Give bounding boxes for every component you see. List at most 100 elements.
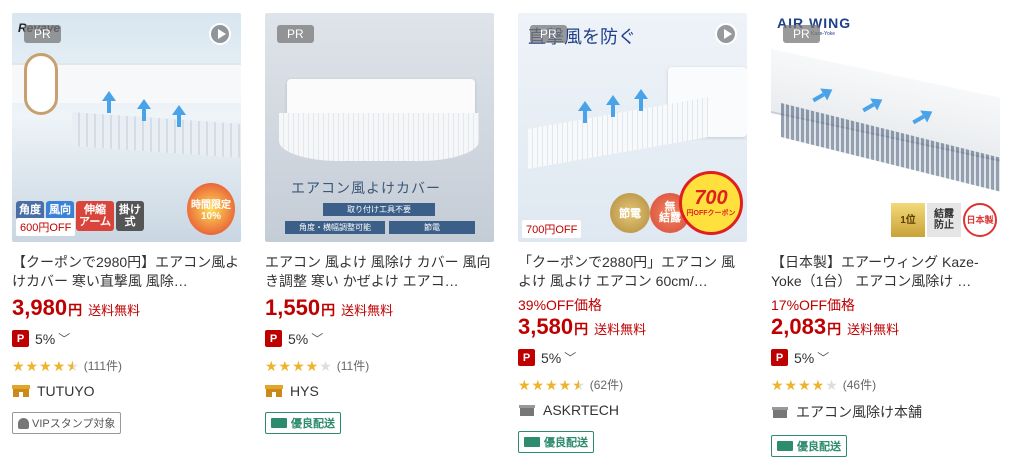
price-currency: 円 <box>321 302 336 318</box>
price-row: 3,980 円 送料無料 <box>12 295 241 321</box>
price-value: 3,980 <box>12 295 68 320</box>
badge-row: 優良配送 <box>771 435 1000 457</box>
review-count: (46件) <box>842 378 877 392</box>
coupon-amount: 700 <box>694 187 728 209</box>
shop-row[interactable]: ASKRTECH <box>518 402 747 418</box>
points-row[interactable]: P 5% ﹀ <box>12 330 241 347</box>
condensation-prevention-seal: 結露 防止 <box>927 203 961 237</box>
price-value: 2,083 <box>771 314 827 339</box>
points-row[interactable]: P 5% ﹀ <box>265 330 494 347</box>
star-rating: ★★★★★★★★★★ <box>265 357 333 374</box>
free-shipping-label: 送料無料 <box>341 303 394 318</box>
chevron-down-icon[interactable]: ﹀ <box>564 349 576 366</box>
pr-tag: PR <box>277 25 314 43</box>
coupon-badge: 700円OFF <box>522 220 582 238</box>
shop-name: HYS <box>290 383 319 399</box>
product-image[interactable]: エアコン風よけカバー 取り付け工具不要 角度・横幅調整可能 節電 PR <box>265 13 494 242</box>
rating-row[interactable]: ★★★★★★★★★★ (111件) <box>12 357 241 374</box>
badge-row: VIPスタンプ対象 <box>12 412 241 434</box>
product-title[interactable]: 「クーポンで2880円」エアコン 風よけ 風よけ エアコン 60cm/… <box>518 253 747 291</box>
shop-name: エアコン風除け本舗 <box>796 404 922 420</box>
good-delivery-badge: 優良配送 <box>265 412 341 434</box>
free-shipping-label: 送料無料 <box>847 322 900 337</box>
badge-label: 優良配送 <box>797 441 841 453</box>
badge-label: VIPスタンプ対象 <box>32 418 116 430</box>
aircon-unit-graphic <box>287 79 475 117</box>
image-feature-strip: 節電 <box>389 221 475 234</box>
points-rate: 5% <box>35 330 56 347</box>
person-icon <box>18 417 29 429</box>
shop-name: ASKRTECH <box>543 402 619 418</box>
point-icon: P <box>12 330 29 347</box>
free-shipping-label: 送料無料 <box>88 303 141 318</box>
truck-icon <box>271 418 287 428</box>
shop-row[interactable]: TUTUYO <box>12 383 241 399</box>
coupon-caption: 円OFFクーポン <box>686 210 736 217</box>
good-delivery-badge: 優良配送 <box>771 435 847 457</box>
price-currency: 円 <box>68 302 83 318</box>
rating-row[interactable]: ★★★★★★★★★★ (46件) <box>771 376 1000 393</box>
shop-name: TUTUYO <box>37 383 95 399</box>
good-delivery-badge: 優良配送 <box>518 431 594 453</box>
shop-row[interactable]: エアコン風除け本舗 <box>771 402 1000 422</box>
badge-row: 優良配送 <box>265 412 494 434</box>
airflow-arrow-icon <box>578 101 592 123</box>
airflow-arrow-icon <box>102 91 116 113</box>
product-card[interactable]: 直撃風を防ぐ PR 節電 無 結露 700 円OFFクーポン 700円OFF 「… <box>518 13 747 453</box>
product-card[interactable]: エアコン風よけカバー 取り付け工具不要 角度・横幅調整可能 節電 PR エアコン… <box>265 13 494 434</box>
airflow-arrow-icon <box>172 105 186 127</box>
points-row[interactable]: P 5% ﹀ <box>518 349 747 366</box>
shop-row[interactable]: HYS <box>265 383 494 399</box>
review-count: (11件) <box>336 359 370 373</box>
airflow-arrow-icon <box>634 89 648 111</box>
shop-icon <box>12 385 30 397</box>
chevron-down-icon[interactable]: ﹀ <box>817 349 829 366</box>
coupon-badge: 600円OFF <box>16 218 76 236</box>
vip-stamp-badge: VIPスタンプ対象 <box>12 412 122 434</box>
play-video-icon[interactable] <box>715 23 737 45</box>
product-logo-ring <box>24 53 58 115</box>
price-row: 1,550 円 送料無料 <box>265 295 494 321</box>
pr-tag: PR <box>783 25 820 43</box>
star-rating: ★★★★★★★★★★ <box>12 357 80 374</box>
point-icon: P <box>518 349 535 366</box>
coupon-700-seal: 700 円OFFクーポン <box>679 171 743 235</box>
airflow-arrow-icon <box>137 99 151 121</box>
badge-label: 優良配送 <box>291 418 335 430</box>
wind-deflector-graphic <box>279 113 479 161</box>
product-image[interactable]: AIR WING Kaze-Yoke PR 1位 結露 防止 日本製 <box>771 13 1000 242</box>
product-image[interactable]: Revave PR 角度 風向 伸縮 アーム 掛け 式 600円OFF 時間限定… <box>12 13 241 242</box>
feature-tag: 伸縮 アーム <box>76 201 115 231</box>
review-count: (62件) <box>589 378 624 392</box>
image-caption: エアコン風よけカバー <box>291 180 441 196</box>
rating-row[interactable]: ★★★★★★★★★★ (62件) <box>518 376 747 393</box>
chevron-down-icon[interactable]: ﹀ <box>311 330 323 347</box>
chevron-down-icon[interactable]: ﹀ <box>58 330 70 347</box>
airflow-arrow-icon <box>606 95 620 117</box>
free-shipping-label: 送料無料 <box>594 322 647 337</box>
product-title[interactable]: 【日本製】エアーウィング Kaze-Yoke（1台） エアコン風除け … <box>771 253 1000 291</box>
star-rating: ★★★★★★★★★★ <box>771 376 839 393</box>
product-card[interactable]: Revave PR 角度 風向 伸縮 アーム 掛け 式 600円OFF 時間限定… <box>12 13 241 434</box>
star-rating: ★★★★★★★★★★ <box>518 376 586 393</box>
made-in-japan-seal: 日本製 <box>963 203 997 237</box>
truck-icon <box>524 437 540 447</box>
time-limited-seal: 時間限定 10% <box>187 183 235 235</box>
product-image[interactable]: 直撃風を防ぐ PR 節電 無 結露 700 円OFFクーポン 700円OFF <box>518 13 747 242</box>
wind-deflector-graphic <box>72 112 241 158</box>
rating-row[interactable]: ★★★★★★★★★★ (11件) <box>265 357 494 374</box>
price-row: 2,083 円 送料無料 <box>771 314 1000 340</box>
discount-label: 39%OFF価格 <box>518 297 603 313</box>
play-video-icon[interactable] <box>209 23 231 45</box>
price-row: 3,580 円 送料無料 <box>518 314 747 340</box>
review-count: (111件) <box>83 359 122 373</box>
product-title[interactable]: 【クーポンで2980円】エアコン風よけカバー 寒い直撃風 風除… <box>12 253 241 291</box>
shop-icon <box>519 405 535 416</box>
feature-tag: 掛け 式 <box>116 201 145 231</box>
points-row[interactable]: P 5% ﹀ <box>771 349 1000 366</box>
energy-saving-seal: 節電 <box>610 193 650 233</box>
product-card[interactable]: AIR WING Kaze-Yoke PR 1位 結露 防止 日本製 【日本製】… <box>771 13 1000 457</box>
product-title[interactable]: エアコン 風よけ 風除け カバー 風向き調整 寒い かぜよけ エアコ… <box>265 253 494 291</box>
shop-icon <box>265 385 283 397</box>
price-currency: 円 <box>574 321 589 337</box>
